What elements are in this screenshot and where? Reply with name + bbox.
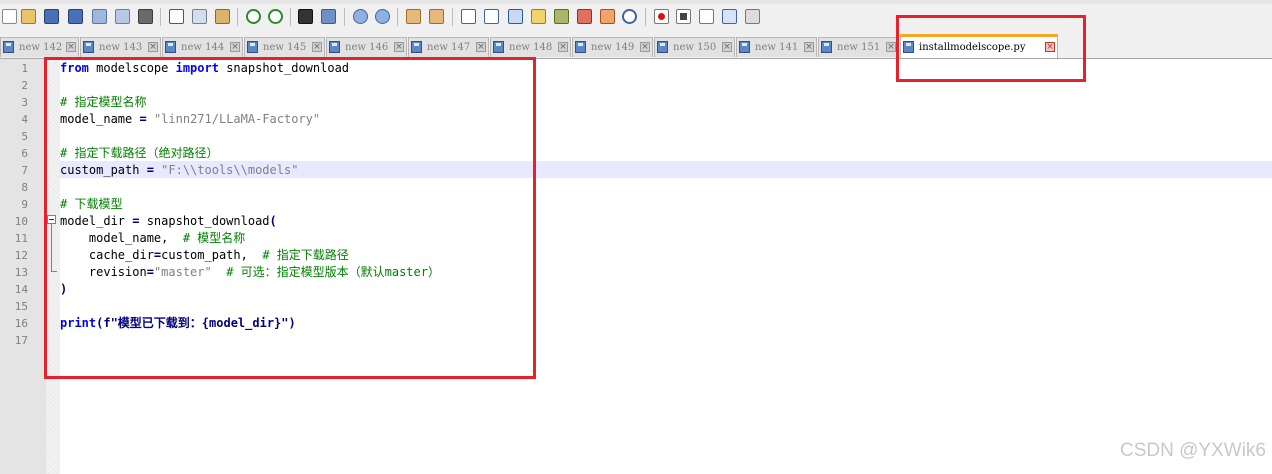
undo-icon[interactable] bbox=[246, 9, 261, 24]
line-number: 6 bbox=[21, 147, 28, 160]
file-icon bbox=[3, 41, 14, 53]
line-number: 3 bbox=[21, 96, 28, 109]
zoom-out-icon[interactable] bbox=[375, 9, 390, 24]
tab-label: new 145 bbox=[263, 42, 307, 53]
close-icon[interactable]: × bbox=[558, 42, 568, 52]
close-icon[interactable]: × bbox=[66, 42, 76, 52]
line-number: 1 bbox=[21, 62, 28, 75]
watermark: CSDN @YXWik6 bbox=[1120, 440, 1266, 461]
line-number: 17 bbox=[14, 334, 28, 347]
save-icon[interactable] bbox=[44, 9, 59, 24]
line-number: 9 bbox=[21, 198, 28, 211]
file-icon bbox=[739, 41, 750, 53]
tab-label: new 141 bbox=[755, 42, 799, 53]
close-icon[interactable]: × bbox=[722, 42, 732, 52]
close-file-icon[interactable] bbox=[92, 9, 107, 24]
tab-label: new 144 bbox=[181, 42, 225, 53]
close-icon[interactable]: × bbox=[148, 42, 158, 52]
annotation-box-tab bbox=[896, 15, 1086, 82]
close-icon[interactable]: × bbox=[230, 42, 240, 52]
tab-new-151[interactable]: new 151 × bbox=[818, 37, 899, 57]
tab-new-145[interactable]: new 145 × bbox=[244, 37, 325, 57]
tab-new-143[interactable]: new 143 × bbox=[80, 37, 161, 57]
line-number: 15 bbox=[14, 300, 28, 313]
save-macro-icon[interactable] bbox=[745, 9, 760, 24]
tab-new-149[interactable]: new 149 × bbox=[572, 37, 653, 57]
menu-bar-remnant bbox=[0, 0, 1272, 4]
tab-label: new 146 bbox=[345, 42, 389, 53]
show-all-characters-icon[interactable] bbox=[484, 9, 499, 24]
tab-label: new 147 bbox=[427, 42, 471, 53]
function-list-icon[interactable] bbox=[577, 9, 592, 24]
sync-horizontal-icon[interactable] bbox=[429, 9, 444, 24]
tab-new-148[interactable]: new 148 × bbox=[490, 37, 571, 57]
close-icon[interactable]: × bbox=[886, 42, 896, 52]
document-map-icon[interactable] bbox=[554, 9, 569, 24]
line-number: 13 bbox=[14, 266, 28, 279]
file-icon bbox=[165, 41, 176, 53]
line-number: 4 bbox=[21, 113, 28, 126]
line-number: 5 bbox=[21, 130, 28, 143]
tab-label: new 151 bbox=[837, 42, 881, 53]
close-icon[interactable]: × bbox=[640, 42, 650, 52]
tab-label: new 148 bbox=[509, 42, 553, 53]
playback-icon[interactable] bbox=[699, 9, 714, 24]
line-number: 7 bbox=[21, 164, 28, 177]
line-number: 8 bbox=[21, 181, 28, 194]
file-icon bbox=[329, 41, 340, 53]
line-number: 16 bbox=[14, 317, 28, 330]
cut-icon[interactable] bbox=[169, 9, 184, 24]
file-icon bbox=[657, 41, 668, 53]
print-icon[interactable] bbox=[138, 9, 153, 24]
paste-icon[interactable] bbox=[215, 9, 230, 24]
close-icon[interactable]: × bbox=[476, 42, 486, 52]
tab-label: new 150 bbox=[673, 42, 717, 53]
save-all-icon[interactable] bbox=[68, 9, 83, 24]
tab-new-147[interactable]: new 147 × bbox=[408, 37, 489, 57]
copy-icon[interactable] bbox=[192, 9, 207, 24]
file-icon bbox=[493, 41, 504, 53]
tab-new-141[interactable]: new 141 × bbox=[736, 37, 817, 57]
line-number: 14 bbox=[14, 283, 28, 296]
redo-icon[interactable] bbox=[268, 9, 283, 24]
tab-label: new 142 bbox=[19, 42, 63, 53]
new-file-icon[interactable] bbox=[2, 9, 17, 24]
file-icon bbox=[411, 41, 422, 53]
run-macro-multiple-icon[interactable] bbox=[722, 9, 737, 24]
line-number: 12 bbox=[14, 249, 28, 262]
indent-guide-icon[interactable] bbox=[508, 9, 523, 24]
tab-label: new 149 bbox=[591, 42, 635, 53]
file-icon bbox=[821, 41, 832, 53]
line-number: 2 bbox=[21, 79, 28, 92]
file-icon bbox=[83, 41, 94, 53]
tab-new-142[interactable]: new 142 × bbox=[0, 37, 79, 57]
monitoring-icon[interactable] bbox=[622, 9, 637, 24]
file-icon bbox=[575, 41, 586, 53]
tab-new-146[interactable]: new 146 × bbox=[326, 37, 407, 57]
close-icon[interactable]: × bbox=[312, 42, 322, 52]
sync-vertical-icon[interactable] bbox=[406, 9, 421, 24]
line-number: 10 bbox=[14, 215, 28, 228]
replace-icon[interactable] bbox=[321, 9, 336, 24]
tab-new-150[interactable]: new 150 × bbox=[654, 37, 735, 57]
annotation-box-code bbox=[44, 57, 536, 379]
close-all-icon[interactable] bbox=[115, 9, 130, 24]
tab-label: new 143 bbox=[99, 42, 143, 53]
line-number: 11 bbox=[14, 232, 28, 245]
file-icon bbox=[247, 41, 258, 53]
close-icon[interactable]: × bbox=[804, 42, 814, 52]
close-icon[interactable]: × bbox=[394, 42, 404, 52]
zoom-in-icon[interactable] bbox=[353, 9, 368, 24]
tab-new-144[interactable]: new 144 × bbox=[162, 37, 243, 57]
user-language-icon[interactable] bbox=[531, 9, 546, 24]
folder-as-workspace-icon[interactable] bbox=[600, 9, 615, 24]
line-number-gutter: 1 2 3 4 5 6 7 8 9 10 11 12 13 14 15 16 1… bbox=[0, 59, 47, 474]
open-folder-icon[interactable] bbox=[21, 9, 36, 24]
find-icon[interactable] bbox=[298, 9, 313, 24]
word-wrap-icon[interactable] bbox=[461, 9, 476, 24]
